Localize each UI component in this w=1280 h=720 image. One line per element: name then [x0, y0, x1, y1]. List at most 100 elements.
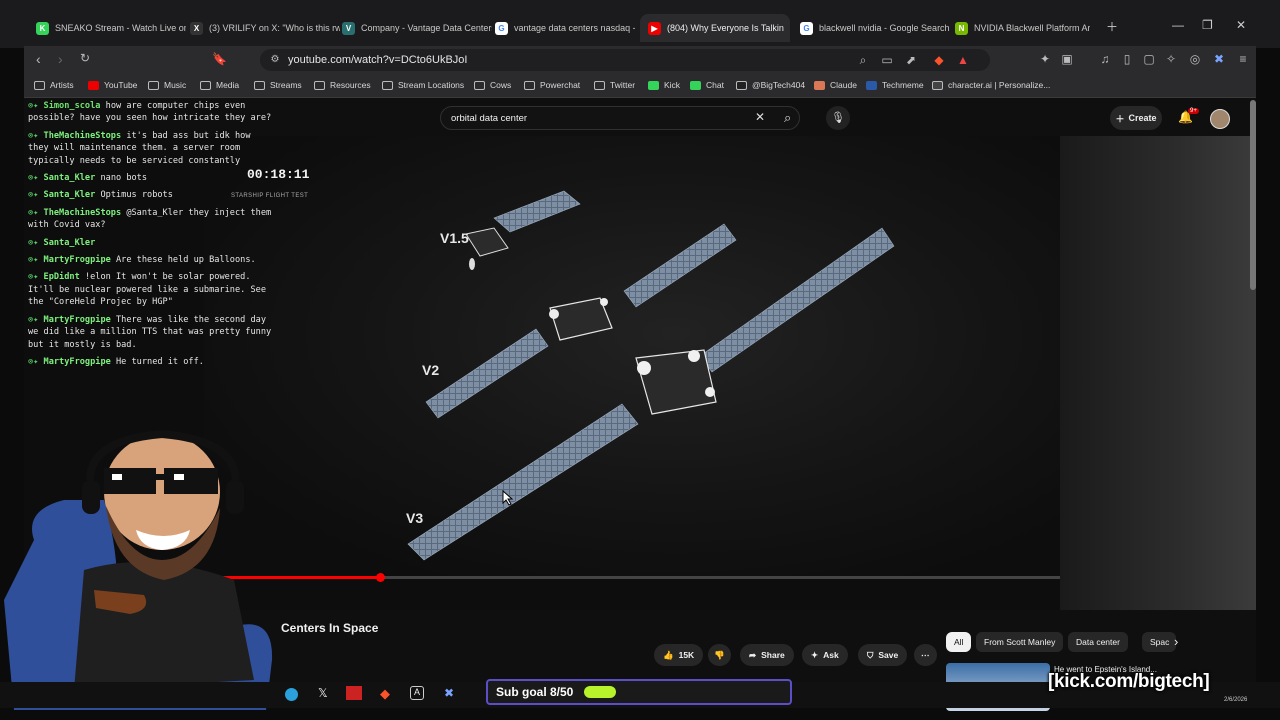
bookmark-music[interactable]: Music: [148, 80, 186, 90]
chevron-right-icon[interactable]: ›: [1174, 634, 1178, 649]
sub-goal-text: Sub goal 8/50: [496, 685, 574, 699]
clock-date: 2/6/2026: [1224, 697, 1248, 703]
ask-button[interactable]: ✦ Ask: [802, 644, 848, 666]
bookmark-streams[interactable]: Streams: [254, 80, 302, 90]
bookmark-youtube[interactable]: YouTube: [88, 80, 137, 90]
x-ext-taskbar-icon[interactable]: ✖: [444, 686, 454, 700]
extensions-icon[interactable]: ✦: [1038, 52, 1052, 66]
page-scrollbar[interactable]: [1250, 100, 1256, 290]
tab-sneako[interactable]: K SNEAKO Stream - Watch Live on K: [36, 14, 186, 42]
chat-username[interactable]: EpDidnt: [44, 272, 80, 282]
search-input[interactable]: orbital data center: [451, 113, 527, 124]
bookmark-label: Streams: [270, 80, 302, 90]
avatar[interactable]: [1210, 109, 1230, 129]
chat-text: He turned it off.: [115, 356, 204, 367]
chat-username[interactable]: Santa_Kler: [44, 173, 96, 183]
bookmark-artists[interactable]: Artists: [34, 80, 74, 90]
create-button[interactable]: ＋ Create: [1110, 106, 1162, 130]
chip-all[interactable]: All: [946, 632, 972, 652]
bookmark-characterai[interactable]: character.ai | Personalize...: [932, 80, 1050, 90]
search-icon[interactable]: ⌕: [784, 110, 791, 126]
close-window-icon[interactable]: ✕: [1236, 18, 1246, 32]
tab-vrilify[interactable]: X (3) VRILIFY on X: "Who is this rw: [190, 14, 340, 42]
brave-taskbar-icon[interactable]: ◆: [380, 686, 390, 702]
install-icon[interactable]: ▭: [880, 53, 894, 67]
chat-message: ⊗✦ MartyFrogpipe He turned it off.: [28, 356, 273, 368]
streamer-avatar: [4, 429, 273, 710]
chat-username[interactable]: MartyFrogpipe: [44, 357, 111, 367]
maximize-icon[interactable]: ❐: [1202, 18, 1213, 32]
bookmark-powerchat[interactable]: Powerchat: [524, 80, 580, 90]
chat-username[interactable]: Santa_Kler: [44, 238, 96, 248]
bookmark-media[interactable]: Media: [200, 80, 239, 90]
rewards-icon[interactable]: ▲: [956, 53, 970, 67]
media-icon[interactable]: ♫: [1098, 52, 1112, 66]
back-icon[interactable]: ‹: [36, 51, 41, 67]
wallet-icon[interactable]: ▢: [1142, 52, 1156, 66]
bookmark-twitter[interactable]: Twitter: [594, 80, 635, 90]
chat-username[interactable]: Santa_Kler: [44, 190, 96, 200]
app-a-icon[interactable]: A: [410, 686, 424, 700]
like-button[interactable]: 👍 15K: [654, 644, 704, 666]
vpn-icon[interactable]: ◎: [1188, 52, 1202, 66]
search-box[interactable]: orbital data center ✕: [440, 106, 800, 130]
save-button[interactable]: ⛉ Save: [858, 644, 908, 666]
chat-username[interactable]: Simon_scola: [44, 101, 101, 111]
share-button[interactable]: ➦ Share: [740, 644, 794, 666]
x-ext-icon[interactable]: ✖: [1212, 52, 1226, 66]
tab-blackwell-search[interactable]: G blackwell nvidia - Google Search: [800, 14, 950, 42]
tab-nvidia[interactable]: N NVIDIA Blackwell Platform Arrives: [955, 14, 1090, 42]
progress-scrubber[interactable]: [376, 573, 386, 582]
leo-icon[interactable]: ✧: [1164, 52, 1178, 66]
address-bar[interactable]: ⚙ youtube.com/watch?v=DCto6UkBJoI ⌕ ▭ ⬈ …: [260, 49, 990, 71]
browser-toolbar: ‹ › ↻ 🔖 ⚙ youtube.com/watch?v=DCto6UkBJo…: [24, 46, 1256, 74]
more-actions-button[interactable]: ⋯: [914, 644, 937, 666]
bookmark-cows[interactable]: Cows: [474, 80, 511, 90]
minimize-icon[interactable]: —: [1172, 18, 1184, 32]
reload-icon[interactable]: ↻: [80, 51, 90, 65]
cast-icon[interactable]: ⬈: [904, 53, 918, 67]
label-v2: V2: [422, 362, 440, 378]
site-info-icon[interactable]: ⚙: [268, 53, 282, 67]
forward-icon[interactable]: ›: [58, 51, 63, 67]
chat-text: nano bots: [100, 173, 148, 184]
zoom-icon[interactable]: ⌕: [856, 53, 870, 67]
bookmark-resources[interactable]: Resources: [314, 80, 371, 90]
tab-label: NVIDIA Blackwell Platform Arrives: [974, 23, 1090, 33]
video-frame[interactable]: V1.5 V2 V3: [204, 136, 1060, 576]
tab-vantage[interactable]: V Company - Vantage Data Centers: [342, 14, 492, 42]
chat-username[interactable]: MartyFrogpipe: [44, 255, 111, 265]
telegram-icon[interactable]: [285, 688, 298, 701]
chip-data-center[interactable]: Data center: [1068, 632, 1128, 652]
bookmark-chat[interactable]: Chat: [690, 80, 724, 90]
chat-username[interactable]: TheMachineStops: [44, 131, 122, 141]
ask-label: Ask: [823, 650, 839, 660]
chip-from-scott-manley[interactable]: From Scott Manley: [976, 632, 1064, 652]
tab-google-vantage[interactable]: G vantage data centers nasdaq - Go: [495, 14, 635, 42]
new-tab-icon[interactable]: ＋: [1106, 18, 1118, 35]
dislike-button[interactable]: 👎: [708, 644, 731, 666]
brave-icon[interactable]: ◆: [932, 53, 946, 67]
clear-search-icon[interactable]: ✕: [755, 110, 765, 124]
sparkle-icon: ✦: [811, 649, 819, 660]
chat-message: ⊗✦ Santa_Kler: [28, 237, 273, 249]
reader-icon[interactable]: ▯: [1120, 52, 1134, 66]
chip-space[interactable]: Spac: [1142, 632, 1176, 652]
news-app-icon[interactable]: [346, 686, 362, 700]
mic-icon[interactable]: 🎙: [826, 106, 850, 130]
menu-icon[interactable]: ≡: [1236, 52, 1250, 66]
chat-username[interactable]: TheMachineStops: [44, 208, 122, 218]
bookmark-icon[interactable]: 🔖: [212, 52, 227, 66]
sidebar-icon[interactable]: ▣: [1060, 52, 1074, 66]
tab-youtube-active[interactable]: ▶ (804) Why Everyone Is Talkin ✕: [640, 14, 790, 42]
bookmark-kick[interactable]: Kick: [648, 80, 680, 90]
x-app-icon[interactable]: 𝕏: [318, 686, 328, 700]
bookmark-claude[interactable]: Claude: [814, 80, 857, 90]
chat-username[interactable]: MartyFrogpipe: [44, 315, 111, 325]
chat-badges-icon: ⊗✦: [28, 207, 44, 218]
bookmark-bigtech404[interactable]: @BigTech404: [736, 80, 805, 90]
folder-icon: [594, 80, 605, 90]
bookmark-techmeme[interactable]: Techmeme: [866, 80, 924, 90]
bookmark-stream-locations[interactable]: Stream Locations: [382, 80, 464, 90]
chat-badges-icon: ⊗✦: [28, 272, 44, 283]
